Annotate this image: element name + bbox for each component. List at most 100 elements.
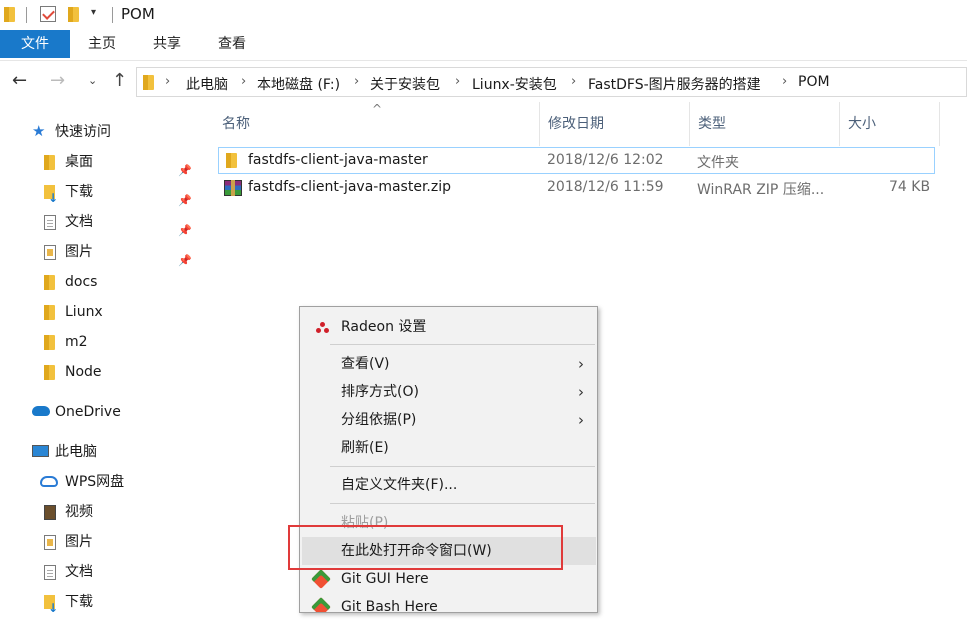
file-type: 文件夹: [697, 155, 739, 171]
menu-item-label: 自定义文件夹(F)...: [341, 477, 458, 493]
divider: [112, 7, 113, 23]
breadcrumb-separator[interactable]: ›: [165, 74, 170, 89]
column-header-modified[interactable]: 修改日期: [540, 102, 690, 146]
menu-item-view[interactable]: 查看(V) ›: [302, 350, 596, 378]
menu-item-label: 分组依据(P): [341, 412, 417, 428]
file-modified: 2018/12/6 11:59: [547, 179, 664, 195]
breadcrumb-install-packages[interactable]: 关于安装包: [370, 74, 440, 94]
folder-icon: [4, 7, 15, 22]
breadcrumb-separator[interactable]: ›: [455, 74, 460, 89]
menu-item-radeon-settings[interactable]: Radeon 设置: [302, 313, 596, 341]
new-folder-icon[interactable]: [68, 7, 79, 22]
back-arrow-icon[interactable]: ←: [12, 70, 27, 91]
tab-view[interactable]: 查看: [205, 30, 259, 58]
folder-icon: [44, 275, 55, 290]
forward-arrow-icon[interactable]: →: [50, 70, 65, 91]
folder-icon: [143, 75, 154, 90]
breadcrumb-fastdfs[interactable]: FastDFS-图片服务器的搭建: [588, 74, 761, 94]
git-bash-icon: [311, 597, 331, 612]
sidebar-item-documents[interactable]: 文档 📌: [44, 207, 200, 237]
file-name: fastdfs-client-java-master: [248, 152, 428, 168]
document-icon: [44, 215, 56, 230]
menu-item-refresh[interactable]: 刷新(E): [302, 434, 596, 462]
column-header-type[interactable]: 类型: [690, 102, 840, 146]
sidebar-item-label: 视频: [65, 504, 93, 520]
column-header-name[interactable]: 名称: [214, 102, 540, 146]
menu-separator: [330, 466, 595, 467]
onedrive-cloud-icon: [32, 406, 50, 416]
submenu-arrow-icon: ›: [578, 355, 584, 373]
sidebar-item-label: 下载: [65, 184, 93, 200]
sidebar-item-label: 桌面: [65, 154, 93, 170]
breadcrumb-separator[interactable]: ›: [241, 74, 246, 89]
download-icon: [44, 183, 58, 213]
sidebar-item-label: 文档: [65, 564, 93, 580]
menu-item-git-bash[interactable]: Git Bash Here: [302, 593, 596, 613]
menu-item-label: 查看(V): [341, 356, 390, 372]
window-title: POM: [121, 5, 155, 23]
menu-item-label: Git GUI Here: [341, 571, 429, 587]
folder-icon: [44, 335, 55, 350]
radeon-icon: [316, 322, 330, 334]
breadcrumb-linux-packages[interactable]: Liunx-安装包: [472, 74, 557, 94]
sidebar-item-desktop[interactable]: 桌面 📌: [44, 147, 200, 177]
properties-icon[interactable]: [40, 6, 56, 22]
wps-cloud-icon: [40, 476, 58, 487]
video-icon: [44, 505, 56, 520]
file-modified: 2018/12/6 12:02: [547, 152, 664, 168]
picture-icon: [44, 535, 56, 550]
menu-item-label: Radeon 设置: [341, 319, 427, 335]
file-row[interactable]: fastdfs-client-java-master 2018/12/6 12:…: [218, 147, 935, 174]
sidebar-item-label: 快速访问: [55, 124, 111, 140]
sidebar-item-downloads[interactable]: 下载 📌: [44, 177, 200, 213]
submenu-arrow-icon: ›: [578, 383, 584, 401]
breadcrumb-this-pc[interactable]: 此电脑: [186, 74, 228, 94]
pin-icon: 📌: [178, 254, 192, 267]
file-row[interactable]: fastdfs-client-java-master.zip 2018/12/6…: [219, 175, 936, 202]
sidebar-item-label: Node: [65, 364, 102, 380]
sidebar-item-label: 文档: [65, 214, 93, 230]
up-arrow-icon[interactable]: ↑: [112, 70, 127, 91]
recent-locations-icon[interactable]: ⌄: [88, 74, 97, 87]
folder-icon: [226, 153, 237, 168]
winrar-zip-icon: [224, 180, 242, 196]
tab-file[interactable]: 文件: [0, 30, 70, 58]
quick-access-dropdown-icon[interactable]: ▾: [91, 7, 96, 18]
file-size: 74 KB: [889, 179, 931, 195]
breadcrumb-pom[interactable]: POM: [798, 74, 830, 90]
download-icon: [44, 593, 58, 623]
sidebar-item-label: Liunx: [65, 304, 103, 320]
desktop-folder-icon: [44, 155, 55, 170]
sidebar-item-label: 此电脑: [55, 444, 97, 460]
divider: [26, 7, 27, 23]
column-header-size[interactable]: 大小: [840, 102, 940, 146]
sidebar-item-label: m2: [65, 334, 88, 350]
navigation-pane: ★ 快速访问 桌面 📌 下载 📌 文档 📌 图片 📌 docs Liunx m2…: [0, 102, 200, 623]
sidebar-item-pictures[interactable]: 图片 📌: [44, 237, 200, 267]
menu-item-customize-folder[interactable]: 自定义文件夹(F)...: [302, 471, 596, 499]
address-bar[interactable]: › 此电脑 › 本地磁盘 (F:) › 关于安装包 › Liunx-安装包 › …: [136, 67, 967, 97]
menu-item-sort-by[interactable]: 排序方式(O) ›: [302, 378, 596, 406]
menu-item-label: 刷新(E): [341, 440, 389, 456]
sidebar-item-label: 图片: [65, 534, 93, 550]
menu-item-label: Git Bash Here: [341, 599, 438, 613]
tab-home[interactable]: 主页: [75, 30, 129, 58]
annotation-highlight-box: [288, 525, 563, 570]
breadcrumb-separator[interactable]: ›: [782, 74, 787, 89]
menu-item-label: 排序方式(O): [341, 384, 419, 400]
sidebar-item-label: 图片: [65, 244, 93, 260]
breadcrumb-drive-f[interactable]: 本地磁盘 (F:): [257, 74, 340, 94]
tab-share[interactable]: 共享: [139, 30, 195, 58]
sidebar-item-label: WPS网盘: [65, 474, 125, 490]
git-gui-icon: [311, 569, 331, 589]
picture-icon: [44, 245, 56, 260]
star-icon: ★: [32, 122, 46, 140]
menu-item-group-by[interactable]: 分组依据(P) ›: [302, 406, 596, 434]
folder-icon: [44, 365, 55, 380]
menu-separator: [330, 344, 595, 345]
document-icon: [44, 565, 56, 580]
sidebar-item-label: OneDrive: [55, 404, 121, 420]
breadcrumb-separator[interactable]: ›: [571, 74, 576, 89]
breadcrumb-separator[interactable]: ›: [354, 74, 359, 89]
title-bar: ▾ POM: [0, 0, 967, 30]
